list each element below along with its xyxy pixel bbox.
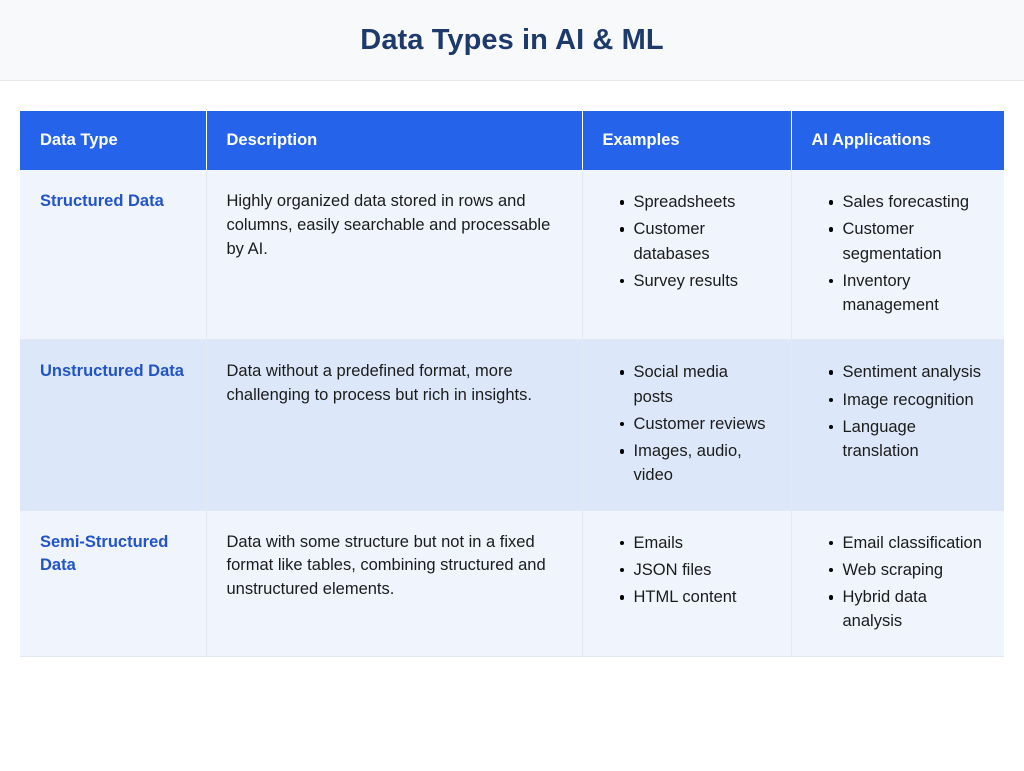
list-item: Inventory management [828,269,985,318]
cell-ai-applications: Sentiment analysis Image recognition Lan… [791,339,1004,511]
list-item: Customer segmentation [828,217,985,266]
column-header-description[interactable]: Description [206,111,583,170]
list-item: Email classification [828,531,985,555]
description-text: Highly organized data stored in rows and… [226,192,551,258]
description-text: Data with some structure but not in a fi… [226,532,546,599]
examples-list: Spreadsheets Customer databases Survey r… [603,190,771,293]
list-item: JSON files [619,558,771,582]
list-item: Social media posts [619,360,771,409]
cell-examples: Emails JSON files HTML content [582,510,792,657]
table-row: Structured Data Highly organized data st… [20,170,1004,341]
examples-list: Emails JSON files HTML content [603,531,771,610]
table-container: Data Type Description Examples AI Applic… [0,81,1024,657]
list-item: Hybrid data analysis [828,585,985,634]
table-row: Semi-Structured Data Data with some stru… [20,510,1004,657]
list-item: Image recognition [828,388,985,412]
table-header: Data Type Description Examples AI Applic… [20,111,1004,170]
cell-ai-applications: Sales forecasting Customer segmentation … [791,170,1004,341]
list-item: Sales forecasting [828,190,985,214]
list-item: Sentiment analysis [828,360,985,384]
description-text: Data without a predefined format, more c… [226,362,532,405]
data-types-table: Data Type Description Examples AI Applic… [20,111,1004,657]
data-type-label: Semi-Structured Data [40,532,169,574]
list-item: Emails [619,531,771,555]
table-body: Structured Data Highly organized data st… [20,170,1004,657]
column-header-ai-applications[interactable]: AI Applications [791,111,1004,170]
cell-data-type: Unstructured Data [20,339,207,511]
table-row: Unstructured Data Data without a predefi… [20,339,1004,511]
list-item: HTML content [619,585,771,609]
applications-list: Email classification Web scraping Hybrid… [812,531,985,634]
list-item: Customer reviews [619,412,771,436]
list-item: Web scraping [828,558,985,582]
examples-list: Social media posts Customer reviews Imag… [603,360,771,487]
cell-data-type: Semi-Structured Data [20,510,207,657]
cell-examples: Spreadsheets Customer databases Survey r… [582,170,792,341]
list-item: Customer databases [619,217,771,266]
cell-ai-applications: Email classification Web scraping Hybrid… [791,510,1004,657]
column-header-examples[interactable]: Examples [582,111,792,170]
applications-list: Sentiment analysis Image recognition Lan… [812,360,985,463]
list-item: Survey results [619,269,771,293]
list-item: Images, audio, video [619,439,771,488]
column-header-data-type[interactable]: Data Type [20,111,207,170]
applications-list: Sales forecasting Customer segmentation … [812,190,985,317]
cell-description: Data with some structure but not in a fi… [206,510,583,657]
cell-description: Highly organized data stored in rows and… [206,170,583,341]
page-title: Data Types in AI & ML [360,23,664,56]
table-header-row: Data Type Description Examples AI Applic… [20,111,1004,170]
data-type-label: Structured Data [40,192,164,210]
data-type-label: Unstructured Data [40,362,184,381]
cell-examples: Social media posts Customer reviews Imag… [582,339,792,511]
list-item: Spreadsheets [619,190,771,214]
page-header-banner: Data Types in AI & ML [0,0,1024,81]
list-item: Language translation [828,415,985,464]
cell-data-type: Structured Data [20,170,207,341]
cell-description: Data without a predefined format, more c… [206,339,583,511]
